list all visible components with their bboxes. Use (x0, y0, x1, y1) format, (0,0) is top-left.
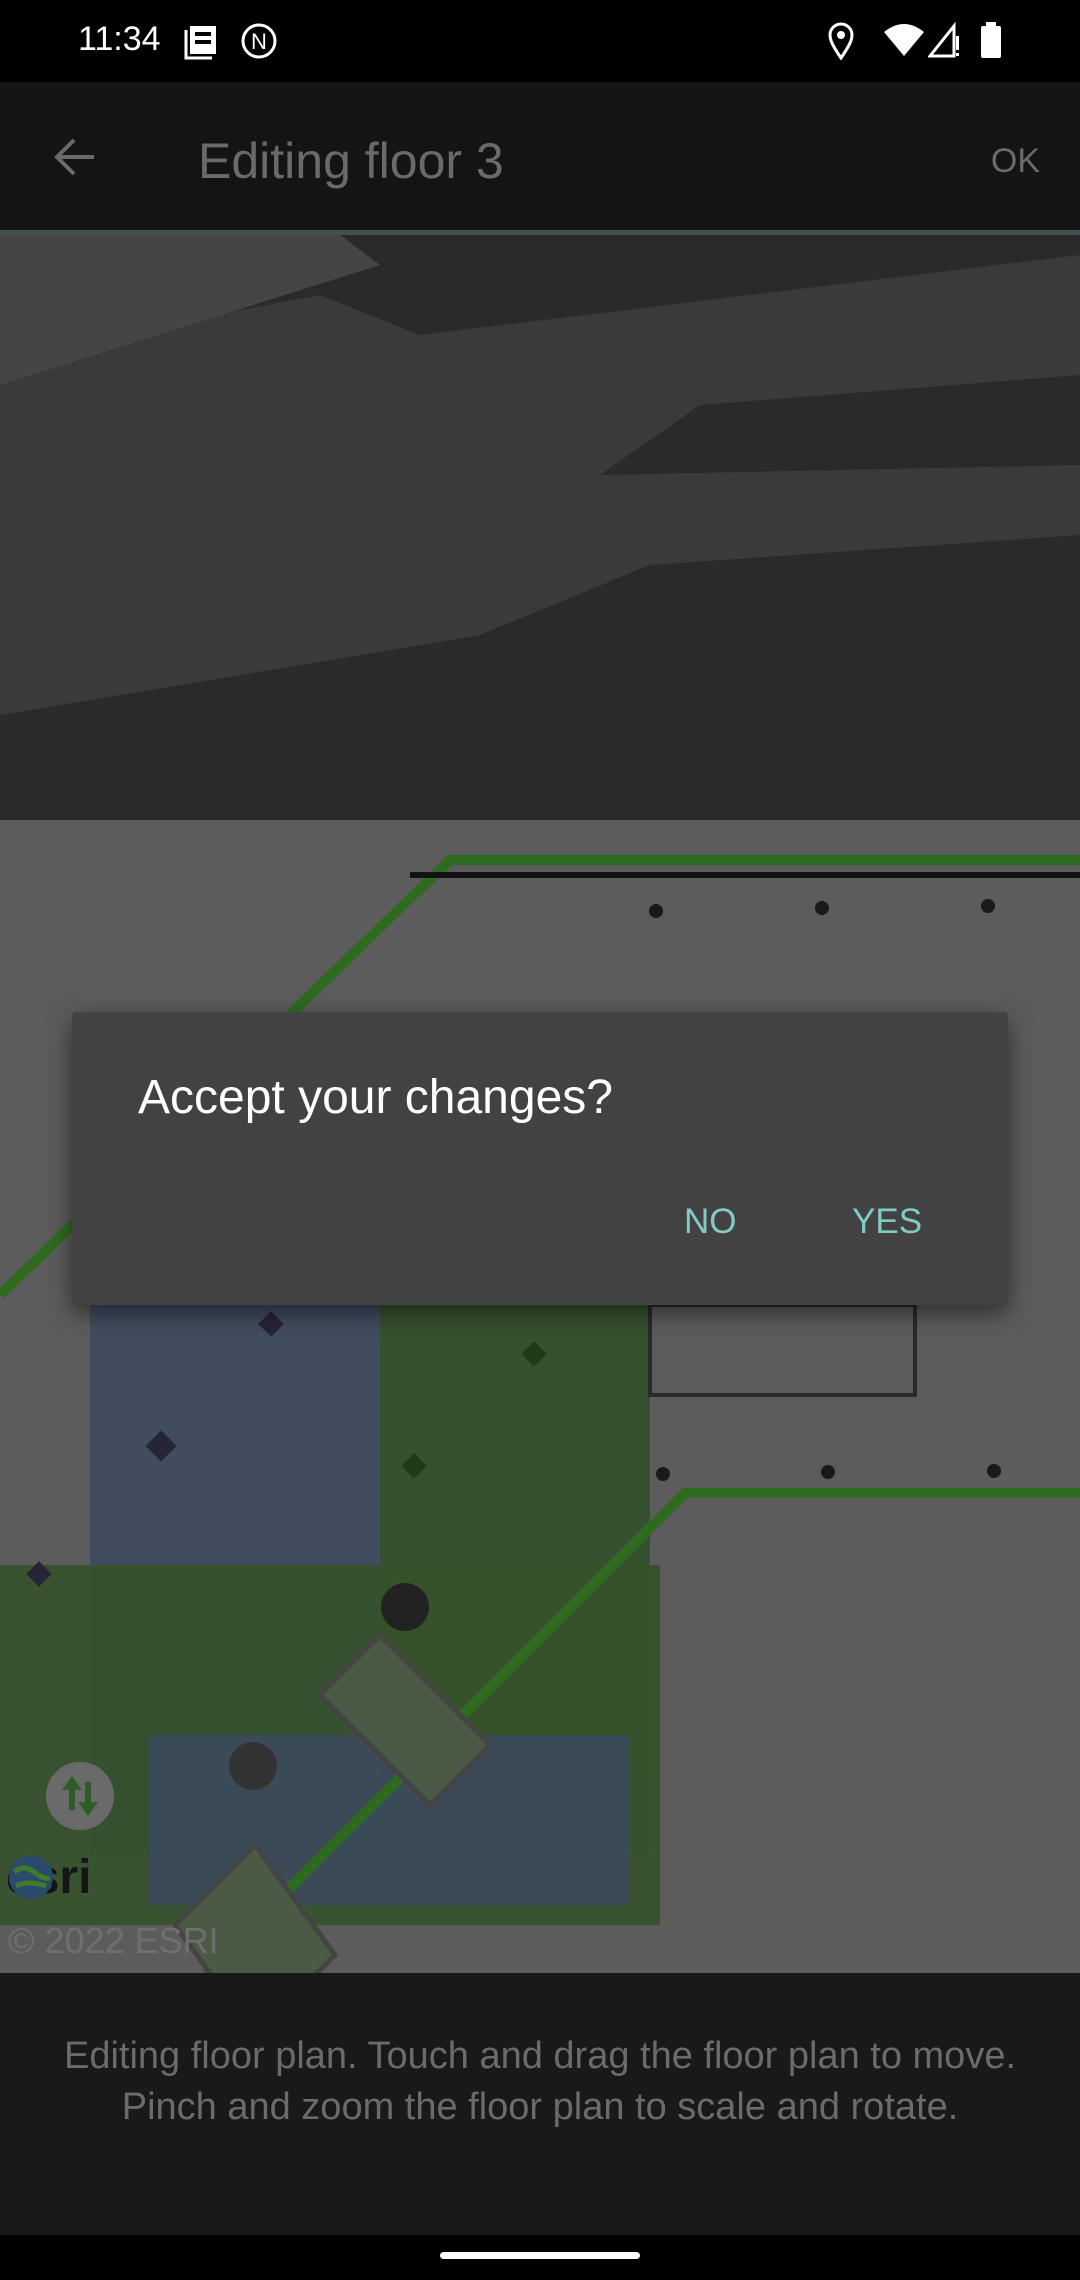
arrow-left-icon[interactable] (50, 132, 100, 182)
ok-button[interactable]: OK (991, 142, 1040, 181)
status-time: 11:34 (78, 20, 161, 58)
elevator-icon (381, 1583, 429, 1631)
compass-icon (62, 1776, 98, 1816)
yes-button[interactable]: YES (852, 1202, 922, 1242)
esri-logo: esri (6, 1851, 91, 1904)
location-icon (828, 22, 854, 60)
page-title: Editing floor 3 (198, 133, 504, 189)
status-bar: 11:34 N (0, 0, 1080, 82)
battery-icon (981, 22, 1001, 58)
n-badge-icon: N (241, 23, 277, 59)
accept-changes-dialog: Accept your changes? NO YES (72, 1012, 1008, 1305)
instructions-text: Editing floor plan. Touch and drag the f… (63, 2035, 1017, 2128)
map-attribution: © 2022 ESRI (8, 1920, 219, 1961)
compass-button[interactable] (46, 1762, 114, 1830)
svg-text:N: N (251, 29, 267, 54)
toolbar: Editing floor 3 OK (0, 82, 1080, 232)
instructions-panel: Editing floor plan. Touch and drag the f… (0, 1973, 1080, 2235)
home-gesture-handle[interactable] (440, 2252, 640, 2259)
news-icon (184, 26, 216, 60)
globe-icon (9, 1855, 53, 1899)
no-button[interactable]: NO (684, 1202, 737, 1242)
wifi-icon (884, 24, 924, 56)
dialog-title: Accept your changes? (138, 1071, 613, 1124)
elevator-icon (229, 1742, 277, 1790)
navigation-bar (0, 2235, 1080, 2280)
signal-alert-icon (928, 22, 959, 58)
